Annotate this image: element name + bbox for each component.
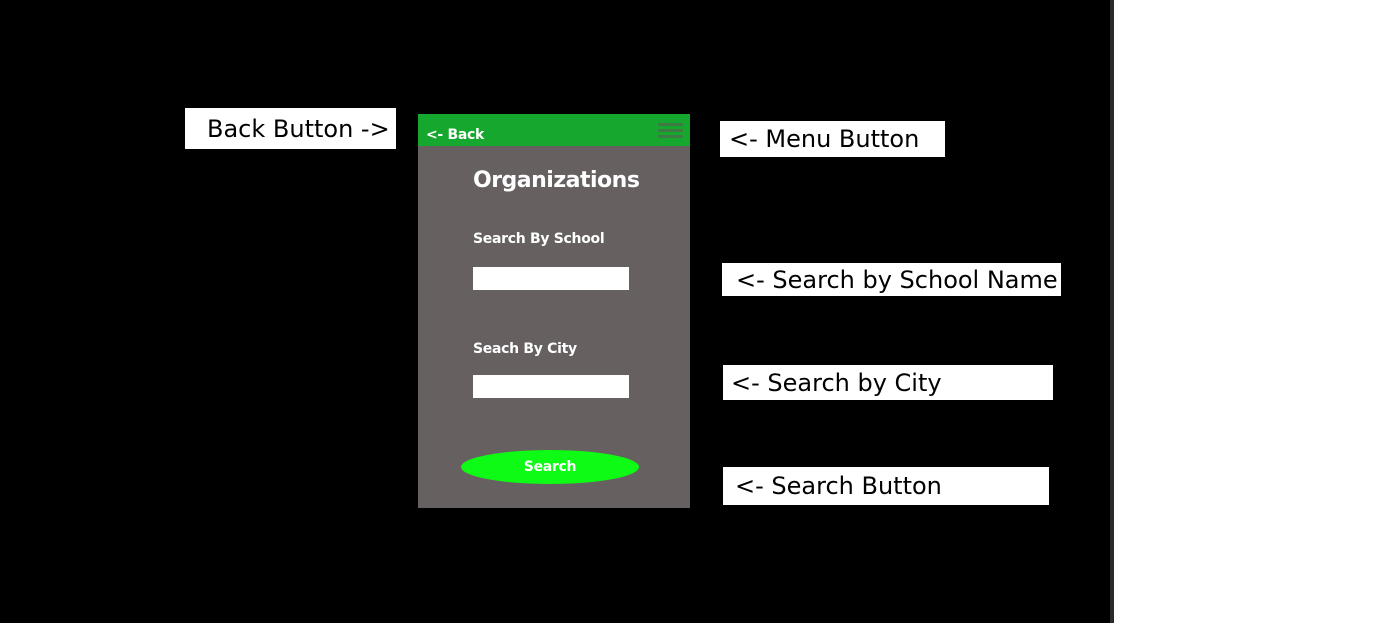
menu-line	[658, 129, 683, 132]
search-button-label: Search	[523, 459, 577, 475]
city-field-label: Seach By City	[473, 341, 577, 357]
callout-menu-button: <- Menu Button	[720, 121, 945, 157]
menu-line	[658, 135, 683, 138]
callout-school-text: <- Search by School Name	[736, 265, 1058, 294]
back-button[interactable]: <- Back	[426, 128, 484, 142]
search-city-input[interactable]	[473, 375, 629, 398]
hamburger-menu-icon[interactable]	[658, 123, 683, 139]
top-bar: <- Back	[418, 114, 690, 146]
phone-screen: <- Back Organizations Search By School S…	[418, 114, 690, 508]
callout-search-city: <- Search by City	[723, 365, 1053, 400]
search-school-input[interactable]	[473, 267, 629, 290]
callout-menu-text: <- Menu Button	[729, 125, 920, 153]
school-field-label: Search By School	[473, 231, 605, 247]
callout-city-text: <- Search by City	[731, 368, 942, 397]
callout-back-text: Back Button ->	[207, 114, 390, 143]
search-button[interactable]: Search	[461, 450, 639, 484]
callout-back-button: Back Button ->	[185, 108, 396, 149]
canvas-edge-divider	[1110, 0, 1114, 623]
callout-search-text: <- Search Button	[735, 472, 942, 500]
page-title: Organizations	[473, 168, 640, 193]
callout-search-school: <- Search by School Name	[722, 263, 1061, 296]
callout-search-button: <- Search Button	[723, 467, 1049, 505]
menu-line	[658, 123, 683, 126]
